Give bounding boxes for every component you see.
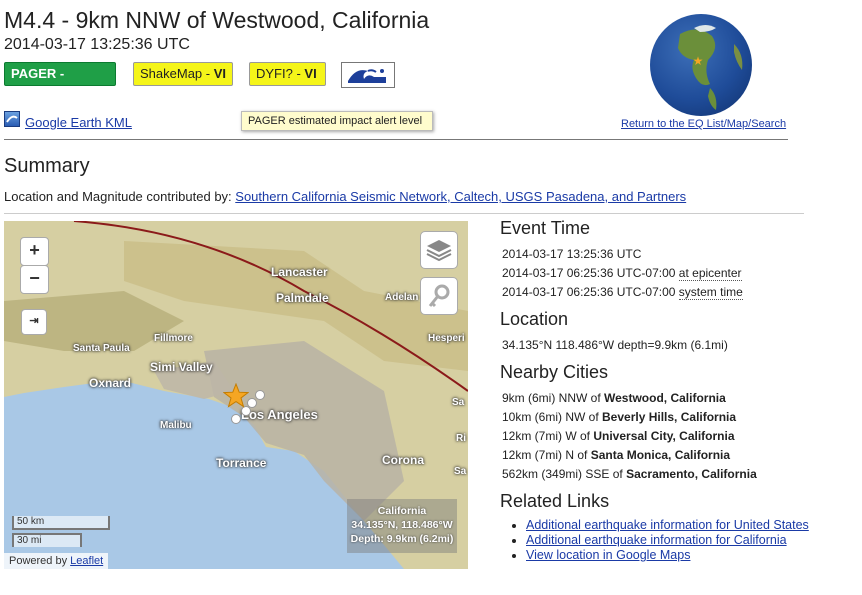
- summary-heading: Summary: [4, 155, 90, 177]
- summary-divider: [4, 213, 804, 214]
- nearby-city-distance: 12km (7mi) N of: [502, 448, 591, 462]
- event-time-system: 2014-03-17 06:25:36 UTC-07:00 system tim…: [502, 285, 743, 300]
- related-link-item: Additional earthquake information for Ca…: [526, 533, 816, 548]
- nearby-city-name: Sacramento, California: [626, 467, 757, 481]
- google-earth-icon[interactable]: [4, 111, 20, 127]
- shakemap-badge[interactable]: ShakeMap - VI: [133, 62, 233, 86]
- shakemap-value: VI: [213, 66, 226, 81]
- layers-button[interactable]: [420, 231, 458, 269]
- nearby-city-distance: 9km (6mi) NNW of: [502, 391, 604, 405]
- contributed-label: Location and Magnitude contributed by:: [4, 189, 236, 204]
- epicenter-star-icon[interactable]: [223, 383, 249, 409]
- nearby-city-item: 12km (7mi) N of Santa Monica, California: [502, 448, 757, 467]
- dyfi-label: DYFI? -: [256, 66, 305, 81]
- nearby-city-distance: 562km (349mi) SSE of: [502, 467, 627, 481]
- tsunami-icon: [344, 65, 392, 85]
- page-title: M4.4 - 9km NNW of Westwood, California: [4, 7, 430, 33]
- event-map[interactable]: + − ⇥ Lancaster Palmdale Adelan Hesperi …: [4, 221, 468, 569]
- location-heading: Location: [500, 309, 569, 329]
- tsunami-button[interactable]: [341, 62, 395, 88]
- pager-tooltip: PAGER estimated impact alert level: [241, 111, 433, 131]
- nearby-city-name: Beverly Hills, California: [602, 410, 737, 424]
- related-links-list: Additional earthquake information for Un…: [526, 518, 816, 563]
- nearby-city-item: 9km (6mi) NNW of Westwood, California: [502, 391, 757, 410]
- google-earth-kml-link[interactable]: Google Earth KML: [25, 115, 132, 130]
- nearby-city-name: Westwood, California: [604, 391, 726, 405]
- map-city-label: Torrance: [216, 456, 267, 470]
- contributed-by: Location and Magnitude contributed by: S…: [4, 189, 686, 204]
- attribution-prefix: Powered by: [9, 555, 71, 567]
- map-city-label: Sa: [452, 397, 465, 408]
- epicenter-globe-star: ★: [693, 54, 704, 68]
- region-name: California: [377, 505, 427, 517]
- nearby-city-distance: 12km (7mi) W of: [502, 429, 594, 443]
- map-attribution: Powered by Leaflet: [4, 553, 109, 569]
- nearby-city-name: Santa Monica, California: [590, 448, 731, 462]
- map-city-label: Simi Valley: [150, 360, 213, 374]
- search-key-button[interactable]: [420, 277, 458, 315]
- related-link-item: Additional earthquake information for Un…: [526, 518, 816, 533]
- shakemap-label: ShakeMap -: [140, 66, 214, 81]
- leaflet-link[interactable]: Leaflet: [70, 555, 103, 567]
- related-link-item: View location in Google Maps: [526, 548, 816, 563]
- scale-bar-km: 50 km: [12, 516, 110, 530]
- nearby-city-name: Universal City, California: [593, 429, 735, 443]
- map-city-label: Corona: [382, 453, 424, 467]
- map-city-label: Ri: [456, 433, 466, 444]
- fullscreen-button[interactable]: ⇥: [21, 309, 47, 335]
- map-city-label: Palmdale: [276, 291, 329, 305]
- nearby-city-item: 10km (6mi) NW of Beverly Hills, Californ…: [502, 410, 757, 429]
- related-links-heading: Related Links: [500, 491, 610, 511]
- related-link-california[interactable]: Additional earthquake information for Ca…: [526, 533, 787, 547]
- header-divider: [4, 139, 788, 140]
- key-icon: [428, 284, 450, 308]
- contributor-link[interactable]: Southern California Seismic Network, Cal…: [235, 189, 686, 204]
- related-link-google-maps[interactable]: View location in Google Maps: [526, 548, 690, 562]
- nearby-city-item: 12km (7mi) W of Universal City, Californ…: [502, 429, 757, 448]
- map-city-label: Fillmore: [154, 333, 193, 344]
- event-time-system-value: 2014-03-17 06:25:36 UTC-07:00: [502, 285, 676, 299]
- map-city-label: Santa Paula: [73, 343, 130, 354]
- at-epicenter-label: at epicenter: [678, 266, 742, 281]
- location-text: 34.135°N 118.486°W depth=9.9km (6.1mi): [502, 338, 728, 352]
- map-city-label: Hesperi: [428, 333, 465, 344]
- region-info-box: California 34.135°N, 118.486°W Depth: 9.…: [347, 505, 457, 545]
- dyfi-value: VI: [304, 66, 317, 81]
- return-to-list-link[interactable]: Return to the EQ List/Map/Search: [621, 118, 786, 130]
- event-utc-time: 2014-03-17 13:25:36 UTC: [4, 36, 190, 53]
- nearby-city-distance: 10km (6mi) NW of: [502, 410, 603, 424]
- map-city-label: Sa: [454, 466, 467, 477]
- region-depth: Depth: 9.9km (6.2mi): [350, 533, 454, 545]
- zoom-out-button[interactable]: −: [20, 265, 49, 294]
- related-link-united-states[interactable]: Additional earthquake information for Un…: [526, 518, 809, 532]
- scale-bar-mi: 30 mi: [12, 533, 82, 547]
- nearby-cities-heading: Nearby Cities: [500, 362, 609, 382]
- map-city-label: Lancaster: [271, 265, 328, 279]
- map-city-label: Adelan: [385, 292, 419, 303]
- map-city-label: Oxnard: [89, 376, 132, 390]
- event-time-local-value: 2014-03-17 06:25:36 UTC-07:00: [502, 266, 676, 280]
- layers-icon: [426, 240, 452, 262]
- event-time-local: 2014-03-17 06:25:36 UTC-07:00 at epicent…: [502, 266, 742, 281]
- pager-badge[interactable]: PAGER - GREEN: [4, 62, 116, 103]
- event-time-heading: Event Time: [500, 218, 591, 238]
- event-time-utc: 2014-03-17 13:25:36 UTC: [502, 247, 642, 261]
- dyfi-badge[interactable]: DYFI? - VI: [249, 62, 326, 86]
- nearby-cities-list: 9km (6mi) NNW of Westwood, California 10…: [502, 391, 757, 486]
- region-coords: 34.135°N, 118.486°W: [351, 519, 453, 531]
- globe-locator-map: ★: [650, 14, 752, 116]
- nearby-city-item: 562km (349mi) SSE of Sacramento, Califor…: [502, 467, 757, 486]
- map-city-label: Malibu: [160, 420, 192, 431]
- system-time-label: system time: [678, 285, 743, 300]
- zoom-in-button[interactable]: +: [20, 237, 49, 266]
